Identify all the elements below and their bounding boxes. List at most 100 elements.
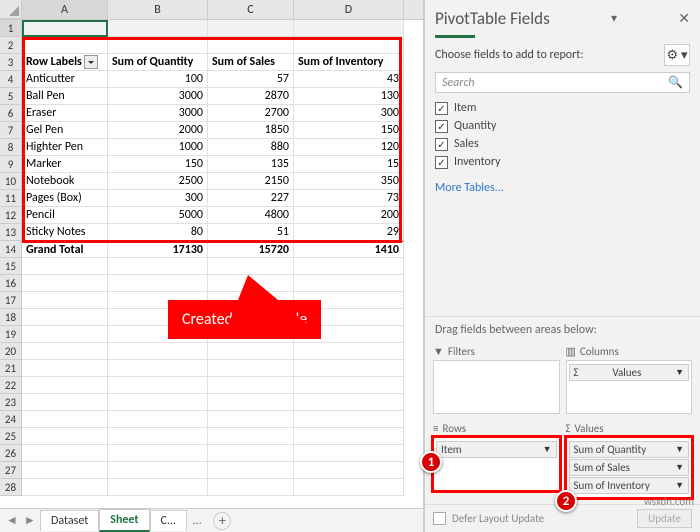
cell[interactable] xyxy=(294,20,404,37)
cell[interactable]: 51 xyxy=(208,224,294,241)
cell[interactable]: 15 xyxy=(294,156,404,173)
cell[interactable]: 1410 xyxy=(294,241,404,258)
tab-overflow[interactable]: … xyxy=(187,511,207,531)
row-header[interactable]: 3 xyxy=(0,54,22,71)
cell[interactable]: 300 xyxy=(294,105,404,122)
rowlabels-filter-button[interactable] xyxy=(84,55,98,69)
cell[interactable] xyxy=(22,479,108,496)
gear-icon[interactable]: ⚙ ▾ xyxy=(664,44,690,66)
cell[interactable]: 2870 xyxy=(208,88,294,105)
tab-next-icon[interactable]: ► xyxy=(24,513,36,528)
row-header[interactable]: 22 xyxy=(0,377,22,394)
search-input[interactable]: Search 🔍 xyxy=(435,72,690,93)
cell[interactable]: 3000 xyxy=(108,88,208,105)
area-item[interactable]: Sum of Quantity▼ xyxy=(569,441,690,458)
cell[interactable]: Gel Pen xyxy=(22,122,108,139)
col-header-a[interactable]: A xyxy=(22,0,108,19)
cell[interactable] xyxy=(108,479,208,496)
row-header[interactable]: 24 xyxy=(0,411,22,428)
sheet-tab-third[interactable]: C... xyxy=(150,510,188,531)
cell[interactable] xyxy=(294,428,404,445)
cell[interactable] xyxy=(22,411,108,428)
cell[interactable] xyxy=(294,275,404,292)
cell[interactable] xyxy=(108,275,208,292)
row-header[interactable]: 26 xyxy=(0,445,22,462)
cell[interactable]: Anticutter xyxy=(22,71,108,88)
area-item[interactable]: Sum of Sales▼ xyxy=(569,459,690,476)
cell[interactable]: Pencil xyxy=(22,207,108,224)
row-header[interactable]: 10 xyxy=(0,173,22,190)
cell[interactable]: 80 xyxy=(108,224,208,241)
cell[interactable] xyxy=(294,37,404,54)
columns-drop-area[interactable]: Values▼ xyxy=(566,360,693,414)
cell[interactable] xyxy=(22,309,108,326)
cell[interactable] xyxy=(294,360,404,377)
cell[interactable] xyxy=(294,445,404,462)
field-checkbox[interactable]: ✓ xyxy=(435,102,448,115)
rows-drop-area[interactable]: Item▼ xyxy=(433,437,560,491)
cell[interactable] xyxy=(22,360,108,377)
cell[interactable]: 150 xyxy=(294,122,404,139)
row-header[interactable]: 8 xyxy=(0,139,22,156)
row-header[interactable]: 12 xyxy=(0,207,22,224)
cell[interactable] xyxy=(294,394,404,411)
cell[interactable]: 43 xyxy=(294,71,404,88)
cell[interactable]: Notebook xyxy=(22,173,108,190)
cell[interactable] xyxy=(22,428,108,445)
area-item[interactable]: Item▼ xyxy=(436,441,557,458)
cell[interactable] xyxy=(108,428,208,445)
cell[interactable] xyxy=(108,377,208,394)
row-header[interactable]: 9 xyxy=(0,156,22,173)
cell[interactable] xyxy=(208,360,294,377)
cell[interactable] xyxy=(208,445,294,462)
cell[interactable] xyxy=(208,462,294,479)
cell[interactable] xyxy=(22,275,108,292)
row-header[interactable]: 6 xyxy=(0,105,22,122)
row-header[interactable]: 5 xyxy=(0,88,22,105)
field-checkbox[interactable]: ✓ xyxy=(435,138,448,151)
chevron-down-icon[interactable]: ▼ xyxy=(543,444,552,455)
row-header[interactable]: 13 xyxy=(0,224,22,241)
cell[interactable]: 4800 xyxy=(208,207,294,224)
cell[interactable] xyxy=(294,462,404,479)
cell[interactable]: 120 xyxy=(294,139,404,156)
chevron-down-icon[interactable]: ▼ xyxy=(675,480,684,491)
cell[interactable]: Marker xyxy=(22,156,108,173)
cell[interactable] xyxy=(208,411,294,428)
row-header[interactable]: 15 xyxy=(0,258,22,275)
chevron-down-icon[interactable]: ▼ xyxy=(675,444,684,455)
cell[interactable]: 227 xyxy=(208,190,294,207)
col-header-b[interactable]: B xyxy=(108,0,208,19)
cell[interactable] xyxy=(108,343,208,360)
cell[interactable] xyxy=(208,479,294,496)
cell[interactable] xyxy=(108,37,208,54)
cell[interactable] xyxy=(208,377,294,394)
cell[interactable]: Eraser xyxy=(22,105,108,122)
cell[interactable]: 2000 xyxy=(108,122,208,139)
cell[interactable] xyxy=(22,394,108,411)
cell[interactable]: 29 xyxy=(294,224,404,241)
cell[interactable] xyxy=(294,411,404,428)
cell[interactable]: 2700 xyxy=(208,105,294,122)
field-label[interactable]: Quantity xyxy=(454,119,496,133)
pane-dropdown-icon[interactable]: ▾ xyxy=(611,11,617,26)
cell[interactable] xyxy=(108,462,208,479)
cell[interactable]: 1850 xyxy=(208,122,294,139)
cell[interactable] xyxy=(208,394,294,411)
tab-prev-icon[interactable]: ◄ xyxy=(6,513,18,528)
cell[interactable] xyxy=(294,479,404,496)
cell[interactable]: 17130 xyxy=(108,241,208,258)
cell[interactable]: 2500 xyxy=(108,173,208,190)
cell[interactable] xyxy=(108,20,208,37)
col-header-c[interactable]: C xyxy=(208,0,294,19)
cell[interactable] xyxy=(208,37,294,54)
filters-drop-area[interactable] xyxy=(433,360,560,414)
row-header[interactable]: 1 xyxy=(0,20,22,37)
cell[interactable]: Sum of Inventory xyxy=(294,54,404,71)
cell[interactable]: Grand Total xyxy=(22,241,108,258)
row-header[interactable]: 25 xyxy=(0,428,22,445)
cell[interactable]: Highter Pen xyxy=(22,139,108,156)
cell[interactable]: 100 xyxy=(108,71,208,88)
row-header[interactable]: 11 xyxy=(0,190,22,207)
row-header[interactable]: 23 xyxy=(0,394,22,411)
